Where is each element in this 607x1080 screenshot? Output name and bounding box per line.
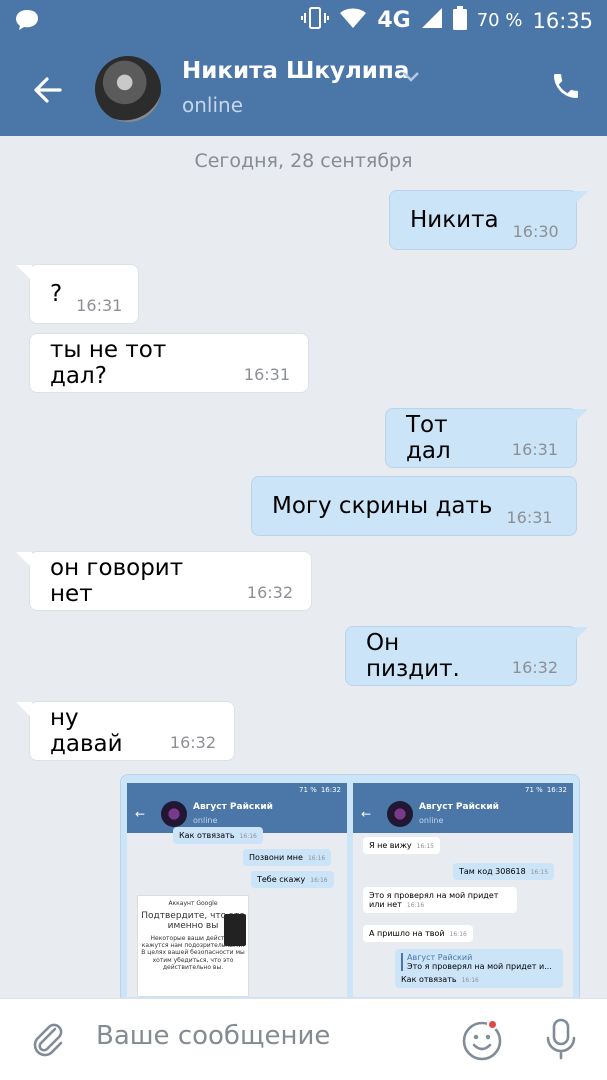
message-outgoing[interactable]: Он пиздит. 16:32 [345,626,588,686]
phone-icon[interactable] [550,70,582,102]
message-text: Тот дал [406,412,451,464]
message-text: ты не тот дал? [50,337,167,389]
message-time: 16:31 [76,295,123,315]
message-time: 16:31 [511,439,558,459]
message-list[interactable]: Сегодня, 28 сентября Никита 16:30 ? 16:3… [0,136,607,998]
network-type: 4G [377,8,411,33]
mini-phone-image [224,914,246,946]
attach-paperclip-icon[interactable] [28,1019,68,1063]
message-outgoing[interactable]: Тот дал 16:31 [385,408,588,468]
message-incoming[interactable]: ? 16:31 [16,264,139,324]
message-time: 16:32 [511,657,558,677]
message-text: он говорит нет [50,555,184,607]
clock: 16:35 [532,8,593,33]
mini-contact-name: Август Райский [193,802,273,812]
chat-notification-icon [14,8,40,36]
mini-time: 16:32 [546,786,567,794]
status-bar: 4G 70 % 16:35 [0,0,607,42]
mini-contact-name: Август Райский [419,802,499,812]
battery-icon [452,6,467,35]
message-incoming[interactable]: он говорит нет 16:32 [16,551,312,611]
mini-message: Как отвязать 16:16 [173,827,263,844]
microphone-icon[interactable] [543,1017,579,1065]
date-separator: Сегодня, 28 сентября [194,150,413,172]
avatar[interactable] [95,56,161,122]
mini-reply-message: Август Райский Это я проверял на мой при… [395,949,563,988]
screenshot-thumbnail-1[interactable]: 71 % 16:32 ← Август Райский online Как о… [127,783,347,997]
mini-message: Позвони мне 16:16 [243,849,332,866]
mini-message: Там код 308618 16:15 [453,863,555,880]
mini-battery: 71 % [525,786,543,794]
chat-header: Никита Шкулипа online [0,42,607,136]
photo-attachment[interactable]: 71 % 16:32 ← Август Райский online Как о… [120,774,580,998]
battery-percent: 70 % [476,10,523,31]
google-card-header: Аккаунт Google [168,900,218,907]
message-time: 16:32 [246,582,293,602]
wifi-icon [339,7,367,34]
vibrate-icon [301,6,330,35]
message-text: ну давай [50,705,123,757]
screenshot-thumbnail-2[interactable]: 71 % 16:32 ← Август Райский online Я не … [353,783,573,997]
message-time: 16:30 [512,221,559,241]
message-incoming[interactable]: ну давай 16:32 [16,701,235,761]
message-input[interactable]: Ваше сообщение [96,1021,330,1051]
message-text: Могу скрины дать [272,493,493,519]
mini-back-arrow-icon: ← [361,807,372,821]
back-arrow-icon[interactable] [30,72,66,108]
message-outgoing[interactable]: Могу скрины дать 16:31 [251,476,577,536]
mini-status-bar: 71 % 16:32 [353,783,573,797]
mini-status-bar: 71 % 16:32 [127,783,347,797]
mini-battery: 71 % [299,786,317,794]
message-incoming[interactable]: ты не тот дал? 16:31 [29,333,309,393]
mini-avatar [161,801,187,827]
mini-message: Я не вижу 16:15 [363,837,440,854]
signal-icon [421,7,443,34]
message-text: Никита [410,207,499,233]
message-outgoing[interactable]: Никита 16:30 [389,190,588,250]
mini-header: ← Август Райский online [353,797,573,833]
mini-message: А пришло на твой 16:16 [363,925,473,942]
message-text: Он пиздит. [366,630,460,682]
mini-avatar [387,801,413,827]
mini-message: Это я проверял на мой придет или нет 16:1… [363,887,517,913]
mini-contact-status: online [419,816,444,825]
mini-back-arrow-icon: ← [135,807,146,821]
chevron-down-icon[interactable] [402,68,420,87]
mini-reply-text: Это я проверял на мой придет и... [401,962,557,971]
mini-google-screenshot: Аккаунт Google Подтвердите, что это имен… [137,895,249,997]
notification-dot [487,1019,498,1030]
message-text: ? [50,281,63,307]
mini-time: 16:32 [320,786,341,794]
mini-reply-name: Август Райский [401,953,557,962]
message-time: 16:32 [169,732,216,752]
mini-contact-status: online [193,816,218,825]
contact-status: online [182,93,244,117]
message-composer: Ваше сообщение [0,998,607,1080]
message-time: 16:31 [506,507,553,527]
contact-name[interactable]: Никита Шкулипа [182,58,409,84]
mini-message: Тебе скажу 16:16 [251,871,334,888]
message-time: 16:31 [243,364,290,384]
